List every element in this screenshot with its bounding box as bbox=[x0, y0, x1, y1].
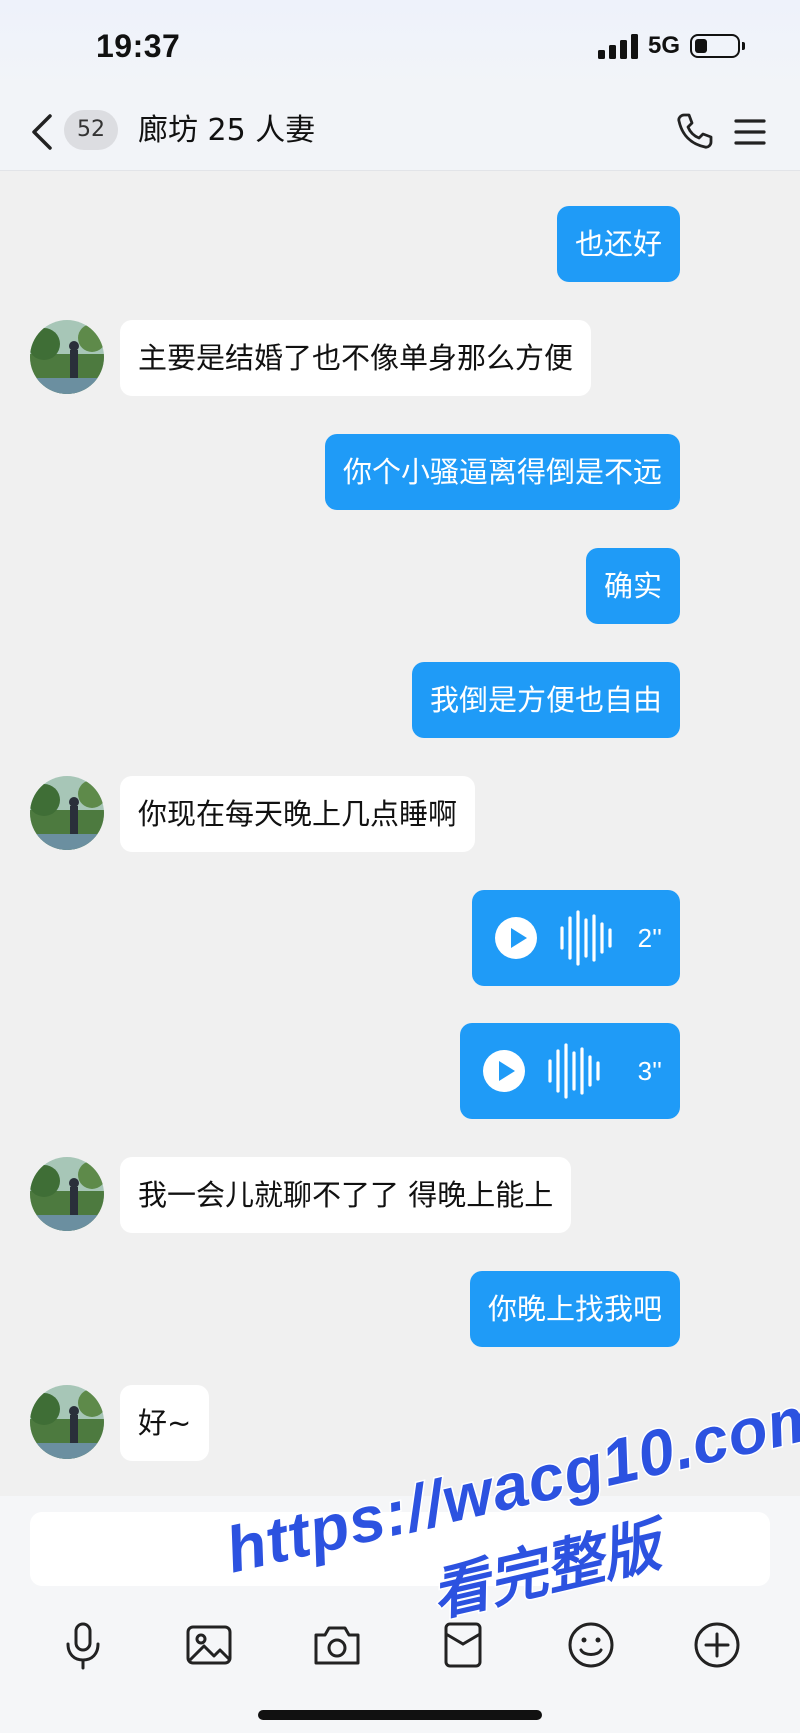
chat-title: 廊坊 25 人妻 bbox=[138, 113, 316, 148]
voice-duration: 2'' bbox=[637, 923, 662, 953]
message-bubble-outgoing[interactable]: 我倒是方便也自由 bbox=[411, 662, 680, 738]
chat-header: 52 廊坊 25 人妻 bbox=[0, 92, 800, 171]
unread-count-badge[interactable]: 52 bbox=[64, 110, 118, 150]
status-bar: 19:37 5G bbox=[0, 0, 800, 92]
voice-message[interactable]: 3'' bbox=[460, 1023, 680, 1119]
play-icon[interactable] bbox=[494, 916, 538, 960]
emoji-icon[interactable] bbox=[564, 1618, 618, 1672]
phone-icon[interactable] bbox=[672, 110, 716, 154]
contact-avatar[interactable] bbox=[30, 1157, 104, 1231]
chevron-left-icon[interactable] bbox=[26, 112, 62, 152]
message-bubble-incoming[interactable]: 我一会儿就聊不了了 得晚上能上 bbox=[120, 1157, 572, 1233]
camera-icon[interactable] bbox=[310, 1618, 364, 1672]
contact-avatar[interactable] bbox=[30, 320, 104, 394]
message-bubble-outgoing[interactable]: 你个小骚逼离得倒是不远 bbox=[324, 434, 680, 510]
menu-icon[interactable] bbox=[730, 112, 770, 152]
voice-duration: 3'' bbox=[637, 1056, 662, 1086]
signal-strength-icon bbox=[597, 33, 638, 59]
composer-area bbox=[0, 1496, 800, 1733]
message-bubble-outgoing[interactable]: 也还好 bbox=[556, 206, 680, 282]
message-bubble-outgoing[interactable]: 你晚上找我吧 bbox=[469, 1271, 680, 1347]
message-bubble-incoming[interactable]: 好~ bbox=[120, 1385, 210, 1461]
network-type: 5G bbox=[647, 32, 680, 59]
image-icon[interactable] bbox=[182, 1618, 236, 1672]
voice-message[interactable]: 2'' bbox=[472, 890, 680, 986]
microphone-icon[interactable] bbox=[56, 1618, 110, 1672]
plus-icon[interactable] bbox=[690, 1618, 744, 1672]
red-packet-icon[interactable] bbox=[436, 1618, 490, 1672]
status-indicators: 5G bbox=[597, 32, 745, 60]
message-bubble-outgoing[interactable]: 确实 bbox=[585, 548, 680, 624]
status-time: 19:37 bbox=[96, 28, 181, 64]
message-bubble-incoming[interactable]: 你现在每天晚上几点睡啊 bbox=[120, 776, 476, 852]
home-indicator[interactable] bbox=[258, 1710, 542, 1720]
battery-level bbox=[695, 39, 707, 53]
battery-icon bbox=[690, 34, 745, 58]
message-bubble-incoming[interactable]: 主要是结婚了也不像单身那么方便 bbox=[120, 320, 592, 396]
play-icon[interactable] bbox=[482, 1049, 526, 1093]
contact-avatar[interactable] bbox=[30, 1385, 104, 1459]
audio-waveform-icon bbox=[560, 910, 612, 966]
contact-avatar[interactable] bbox=[30, 776, 104, 850]
message-input[interactable] bbox=[30, 1512, 770, 1586]
audio-waveform-icon bbox=[548, 1043, 600, 1099]
